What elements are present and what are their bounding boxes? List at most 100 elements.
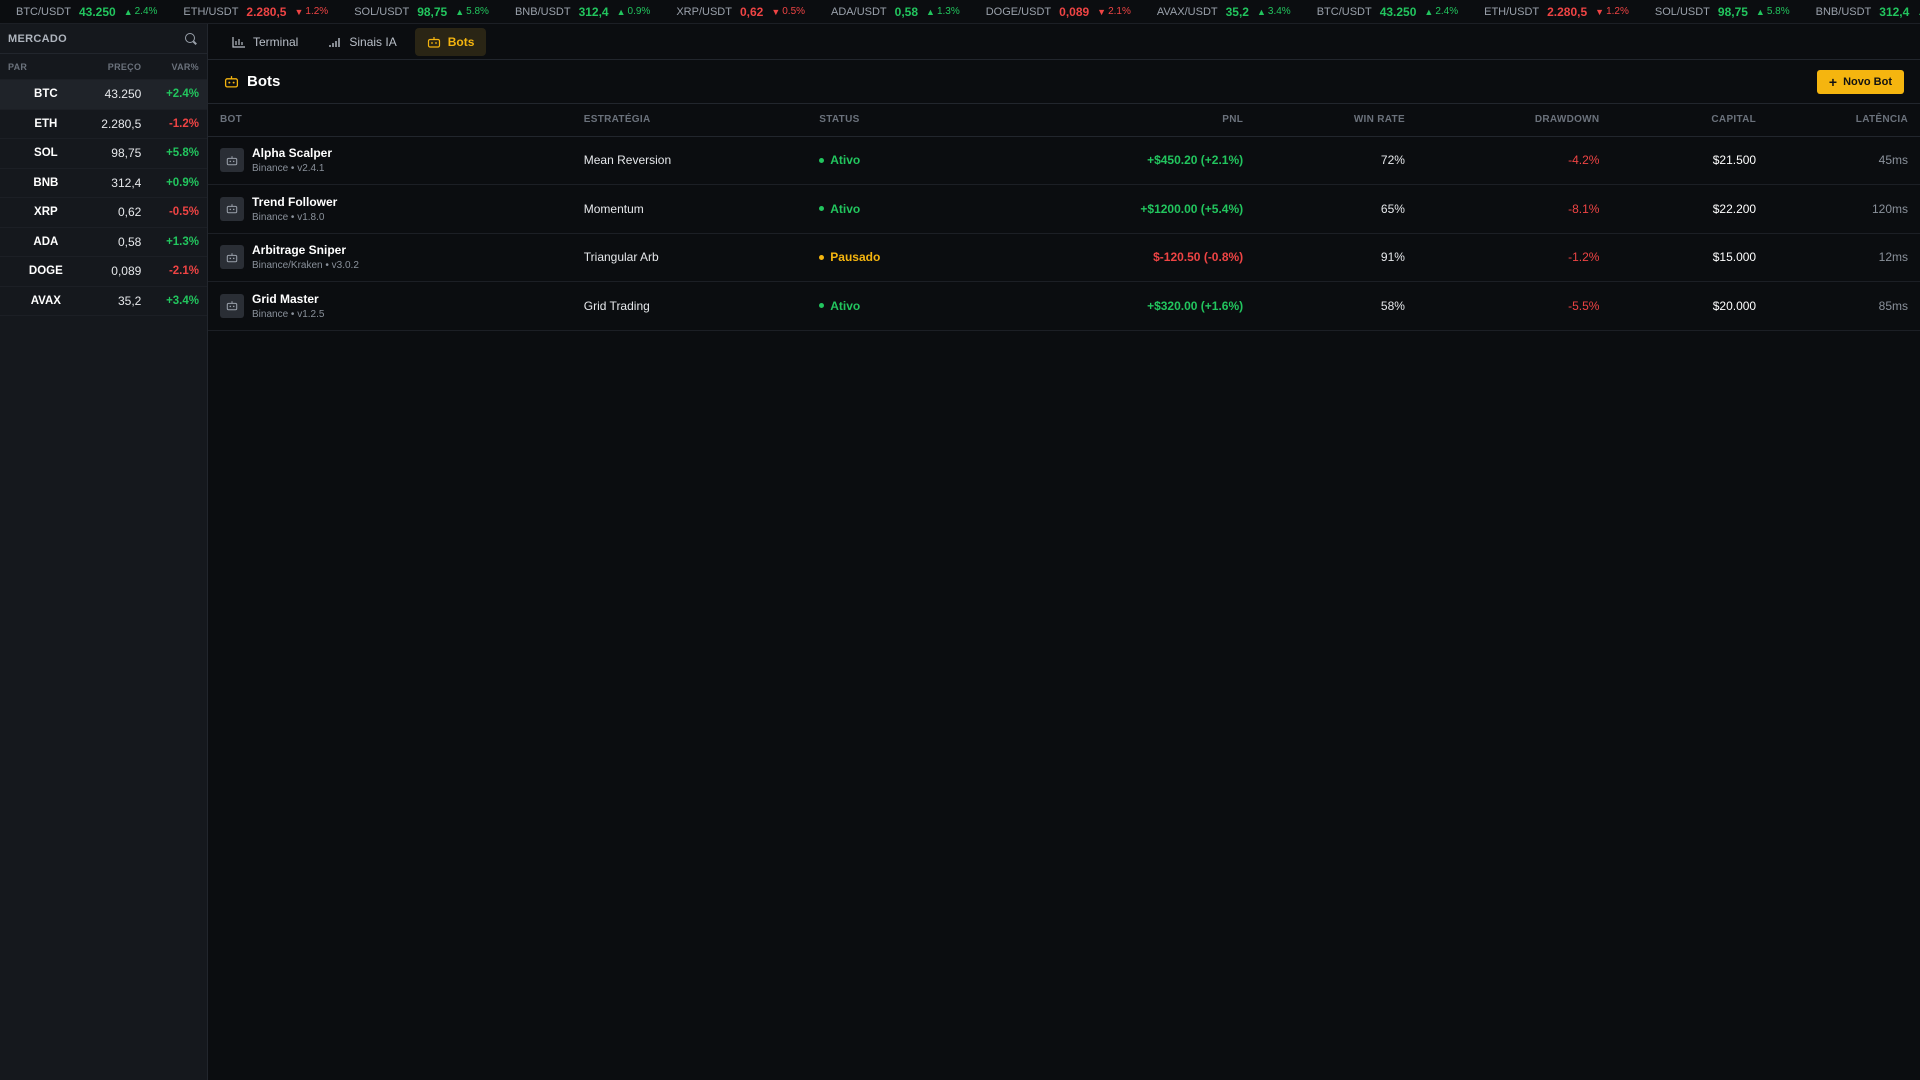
ticker-price: 0,58	[894, 4, 919, 19]
bot-pnl: +$320.00 (+1.6%)	[972, 281, 1244, 331]
bot-icon	[220, 196, 244, 221]
ticker-change-value: 5.8%	[1766, 6, 1790, 17]
column-price: PREÇO	[107, 61, 142, 72]
ticker-item[interactable]: DOGE/USDT 0,089 ▼ 2.1%	[986, 5, 1131, 19]
market-title: MERCADO	[8, 32, 67, 45]
status-label: Ativo	[830, 153, 861, 168]
tab-sinais-ia[interactable]: Sinais IA	[316, 28, 408, 56]
market-row-xrp[interactable]: XRP 0,62 -0.5%	[0, 198, 207, 228]
bot-win-rate: 65%	[1243, 184, 1405, 234]
search-icon[interactable]	[185, 32, 197, 45]
table-row[interactable]: Alpha Scalper Binance • v2.4.1 Mean Revers…	[208, 136, 1920, 185]
triangle-up-icon: ▲	[1256, 6, 1266, 17]
tab-label: Sinais IA	[349, 34, 397, 49]
bot-exchange-version: Binance • v1.2.5	[252, 308, 325, 320]
new-bot-button[interactable]: + Novo Bot	[1816, 69, 1904, 94]
market-price: 2.280,5	[101, 116, 142, 131]
market-row-avax[interactable]: AVAX 35,2 +3.4%	[0, 287, 207, 316]
ticker-item[interactable]: AVAX/USDT 35,2 ▲ 3.4%	[1157, 5, 1291, 19]
status-dot-icon	[819, 303, 825, 309]
ticker-item[interactable]: BTC/USDT 43.250 ▲ 2.4%	[16, 5, 157, 19]
ticker-change: ▲ 5.8%	[1756, 6, 1790, 17]
ticker-item[interactable]: ETH/USDT 2.280,5 ▼ 1.2%	[1484, 5, 1629, 19]
bot-cell: Arbitrage Sniper Binance/Kraken • v3.0.2	[208, 233, 584, 282]
status-dot-icon	[819, 157, 825, 163]
market-row-doge[interactable]: DOGE 0,089 -2.1%	[0, 257, 207, 287]
status-dot-icon	[819, 254, 825, 260]
ticker-change-value: 2.4%	[134, 6, 158, 17]
main-panel: Terminal Sinais IA Bots Bots + Novo Bot …	[208, 24, 1920, 1080]
market-change: +5.8%	[166, 147, 199, 160]
bot-cell: Trend Follower Binance • v1.8.0	[208, 184, 584, 234]
ticker-change: ▼ 2.1%	[1097, 6, 1131, 17]
tab-terminal[interactable]: Terminal	[220, 28, 310, 56]
ticker-pair: ADA/USDT	[831, 5, 887, 18]
ticker-change-value: 0.9%	[627, 6, 651, 17]
tab-bots[interactable]: Bots	[414, 27, 487, 56]
market-price: 312,4	[111, 175, 142, 190]
status-label: Pausado	[830, 250, 881, 265]
bot-exchange-version: Binance • v1.8.0	[252, 211, 325, 223]
bot-name: Trend Follower	[252, 194, 338, 209]
bot-strategy: Grid Trading	[583, 281, 820, 331]
bot-strategy: Momentum	[583, 184, 820, 234]
bot-icon	[224, 76, 239, 88]
table-row[interactable]: Trend Follower Binance • v1.8.0 Momentum At…	[208, 184, 1920, 234]
header-drawdown: DRAWDOWN	[1404, 104, 1600, 137]
market-price: 35,2	[117, 293, 142, 308]
ticker-change-value: 2.1%	[1108, 6, 1131, 17]
table-row[interactable]: Arbitrage Sniper Binance/Kraken • v3.0.2 T…	[208, 233, 1920, 282]
ticker-item[interactable]: ETH/USDT 2.280,5 ▼ 1.2%	[183, 5, 328, 19]
status-badge: Ativo	[819, 299, 973, 313]
ticker-change: ▼ 1.2%	[294, 6, 328, 17]
ticker-item[interactable]: ADA/USDT 0,58 ▲ 1.3%	[831, 5, 960, 19]
market-symbol: SOL	[34, 147, 58, 160]
new-bot-label: Novo Bot	[1843, 75, 1892, 88]
bot-icon	[427, 36, 440, 48]
triangle-down-icon: ▼	[771, 6, 781, 17]
ticker-pair: XRP/USDT	[676, 5, 732, 18]
ticker-item[interactable]: SOL/USDT 98,75 ▲ 5.8%	[1655, 5, 1790, 19]
bot-capital: $15.000	[1599, 233, 1757, 282]
triangle-up-icon: ▲	[1755, 6, 1765, 17]
ticker-change: ▲0.9%	[617, 6, 651, 17]
ticker-change-value: 2.4%	[1435, 6, 1459, 17]
market-symbol: AVAX	[30, 294, 61, 307]
market-row-btc[interactable]: BTC 43.250 +2.4%	[0, 80, 207, 110]
ticker-item[interactable]: BNB/USDT312,4▲0.9%	[1816, 5, 1920, 19]
header-bot: BOT	[208, 104, 584, 137]
ticker-item[interactable]: BTC/USDT 43.250 ▲ 2.4%	[1317, 5, 1458, 19]
bot-name: Grid Master	[252, 291, 319, 306]
triangle-down-icon: ▼	[1595, 6, 1605, 17]
bot-icon	[220, 245, 244, 270]
ticker-item[interactable]: XRP/USDT 0,62 ▼ 0.5%	[676, 5, 805, 19]
market-symbol: XRP	[34, 206, 58, 219]
ticker-item[interactable]: BNB/USDT312,4▲0.9%	[515, 5, 650, 19]
ticker-change: ▲ 2.4%	[124, 6, 158, 17]
header-latency: LATÊNCIA	[1756, 104, 1920, 137]
market-symbol: ADA	[33, 235, 59, 248]
ticker-price: 2.280,5	[246, 4, 287, 19]
table-row[interactable]: Grid Master Binance • v1.2.5 Grid Trading A…	[208, 281, 1920, 331]
market-sidebar: MERCADO PAR PREÇO VAR% BTC 43.250 +2.4% ETH…	[0, 24, 208, 1080]
ticker-price: 0,089	[1059, 4, 1090, 19]
ticker-pair: BTC/USDT	[16, 5, 71, 18]
market-change: -1.2%	[168, 117, 199, 130]
market-row-ada[interactable]: ADA 0,58 +1.3%	[0, 228, 207, 257]
header-strategy: ESTRATÉGIA	[583, 104, 820, 137]
market-row-eth[interactable]: ETH 2.280,5 -1.2%	[0, 110, 207, 139]
market-row-bnb[interactable]: BNB 312,4 +0.9%	[0, 169, 207, 198]
bots-header: Bots + Novo Bot	[208, 60, 1920, 104]
ticker-change-value: 3.4%	[1267, 6, 1291, 17]
bot-win-rate: 58%	[1243, 281, 1405, 331]
bot-icon	[220, 148, 244, 173]
ticker-item[interactable]: SOL/USDT 98,75 ▲ 5.8%	[354, 5, 489, 19]
ticker-pair: ETH/USDT	[183, 5, 239, 18]
market-change: +0.9%	[166, 176, 199, 189]
bot-name: Alpha Scalper	[252, 146, 333, 161]
page-title: Bots	[247, 73, 281, 90]
market-row-sol[interactable]: SOL 98,75 +5.8%	[0, 139, 207, 169]
bot-cell: Alpha Scalper Binance • v2.4.1	[208, 136, 584, 185]
header-capital: CAPITAL	[1599, 104, 1757, 137]
ticker-pair: BTC/USDT	[1316, 5, 1372, 18]
